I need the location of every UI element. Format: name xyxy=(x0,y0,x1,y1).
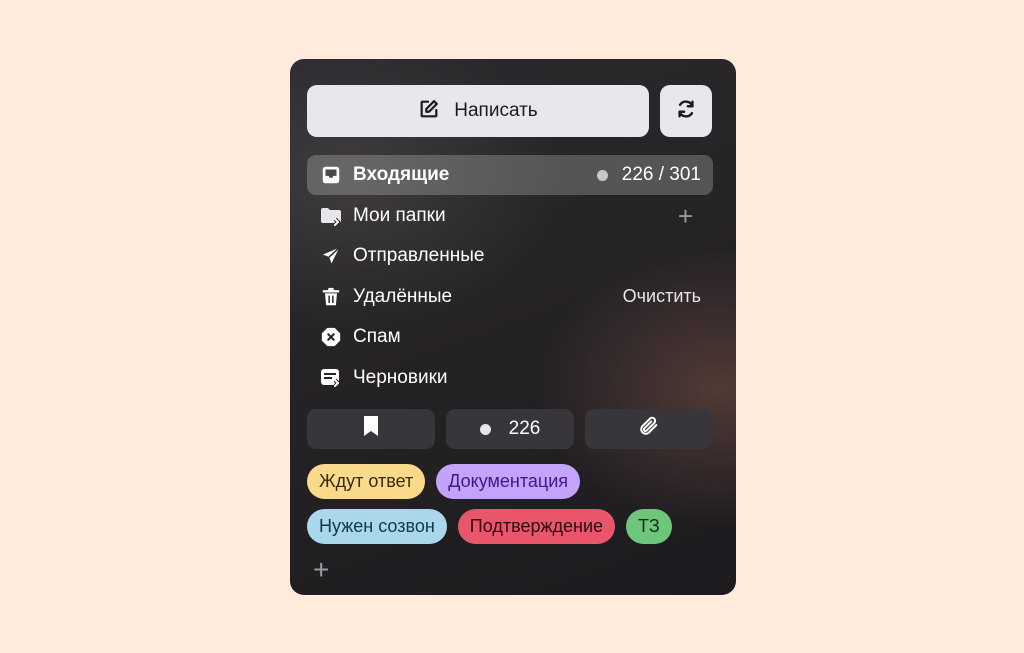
unread-dot-icon xyxy=(479,423,491,435)
folder-deleted[interactable]: Удалённые Очистить xyxy=(307,277,713,317)
folder-label-drafts: Черновики xyxy=(353,366,448,388)
filter-bookmarked[interactable] xyxy=(307,409,435,449)
tag-awaiting-reply[interactable]: Ждут ответ xyxy=(307,464,426,499)
mail-sidebar-panel: Написать Входящие 226 / 301 Мои папки + … xyxy=(290,59,736,595)
folder-spam[interactable]: Спам xyxy=(307,317,713,357)
tag-confirmation[interactable]: Подтверждение xyxy=(457,509,616,544)
refresh-button[interactable] xyxy=(660,85,712,137)
folder-icon xyxy=(319,204,343,228)
inbox-counter: 226 / 301 xyxy=(596,164,701,186)
quick-filters: 226 xyxy=(307,409,713,449)
folder-my-folders[interactable]: Мои папки + xyxy=(307,196,713,236)
folder-label-inbox: Входящие xyxy=(353,164,450,185)
label-row: Нужен созвон Подтверждение ТЗ xyxy=(307,509,727,544)
unread-filter-count: 226 xyxy=(508,418,541,439)
inbox-icon xyxy=(319,163,343,187)
send-icon xyxy=(319,244,343,268)
folder-label-deleted: Удалённые xyxy=(353,285,453,307)
unread-dot-icon xyxy=(596,169,608,181)
refresh-icon xyxy=(675,98,697,125)
folder-label-spam: Спам xyxy=(353,326,401,348)
compose-button[interactable]: Написать xyxy=(307,85,649,137)
label-tags: Ждут ответ Документация Нужен созвон Под… xyxy=(307,464,727,554)
folder-inbox[interactable]: Входящие 226 / 301 xyxy=(307,155,713,195)
folder-sent[interactable]: Отправленные xyxy=(307,236,713,276)
folder-label-my-folders: Мои папки xyxy=(353,204,446,226)
clear-trash-button[interactable]: Очистить xyxy=(623,286,701,307)
bookmark-icon xyxy=(362,415,380,443)
inbox-count: 226 / 301 xyxy=(621,164,701,185)
folder-label-sent: Отправленные xyxy=(353,245,485,267)
filter-unread[interactable]: 226 xyxy=(446,409,574,449)
trash-icon xyxy=(319,285,343,309)
folder-drafts[interactable]: Черновики xyxy=(307,358,713,398)
add-folder-button[interactable]: + xyxy=(678,203,701,229)
paperclip-icon xyxy=(638,415,660,443)
add-label-button[interactable]: + xyxy=(313,556,329,584)
filter-attachments[interactable] xyxy=(585,409,713,449)
compose-label: Написать xyxy=(454,100,538,121)
drafts-icon xyxy=(319,366,343,390)
label-row: Ждут ответ Документация xyxy=(307,464,727,499)
tag-documentation[interactable]: Документация xyxy=(436,464,581,499)
edit-icon xyxy=(418,98,440,125)
tag-spec[interactable]: ТЗ xyxy=(626,509,672,544)
tag-call-needed[interactable]: Нужен созвон xyxy=(307,509,447,544)
folder-list: Входящие 226 / 301 Мои папки + Отправлен… xyxy=(307,155,713,399)
spam-icon xyxy=(319,325,343,349)
